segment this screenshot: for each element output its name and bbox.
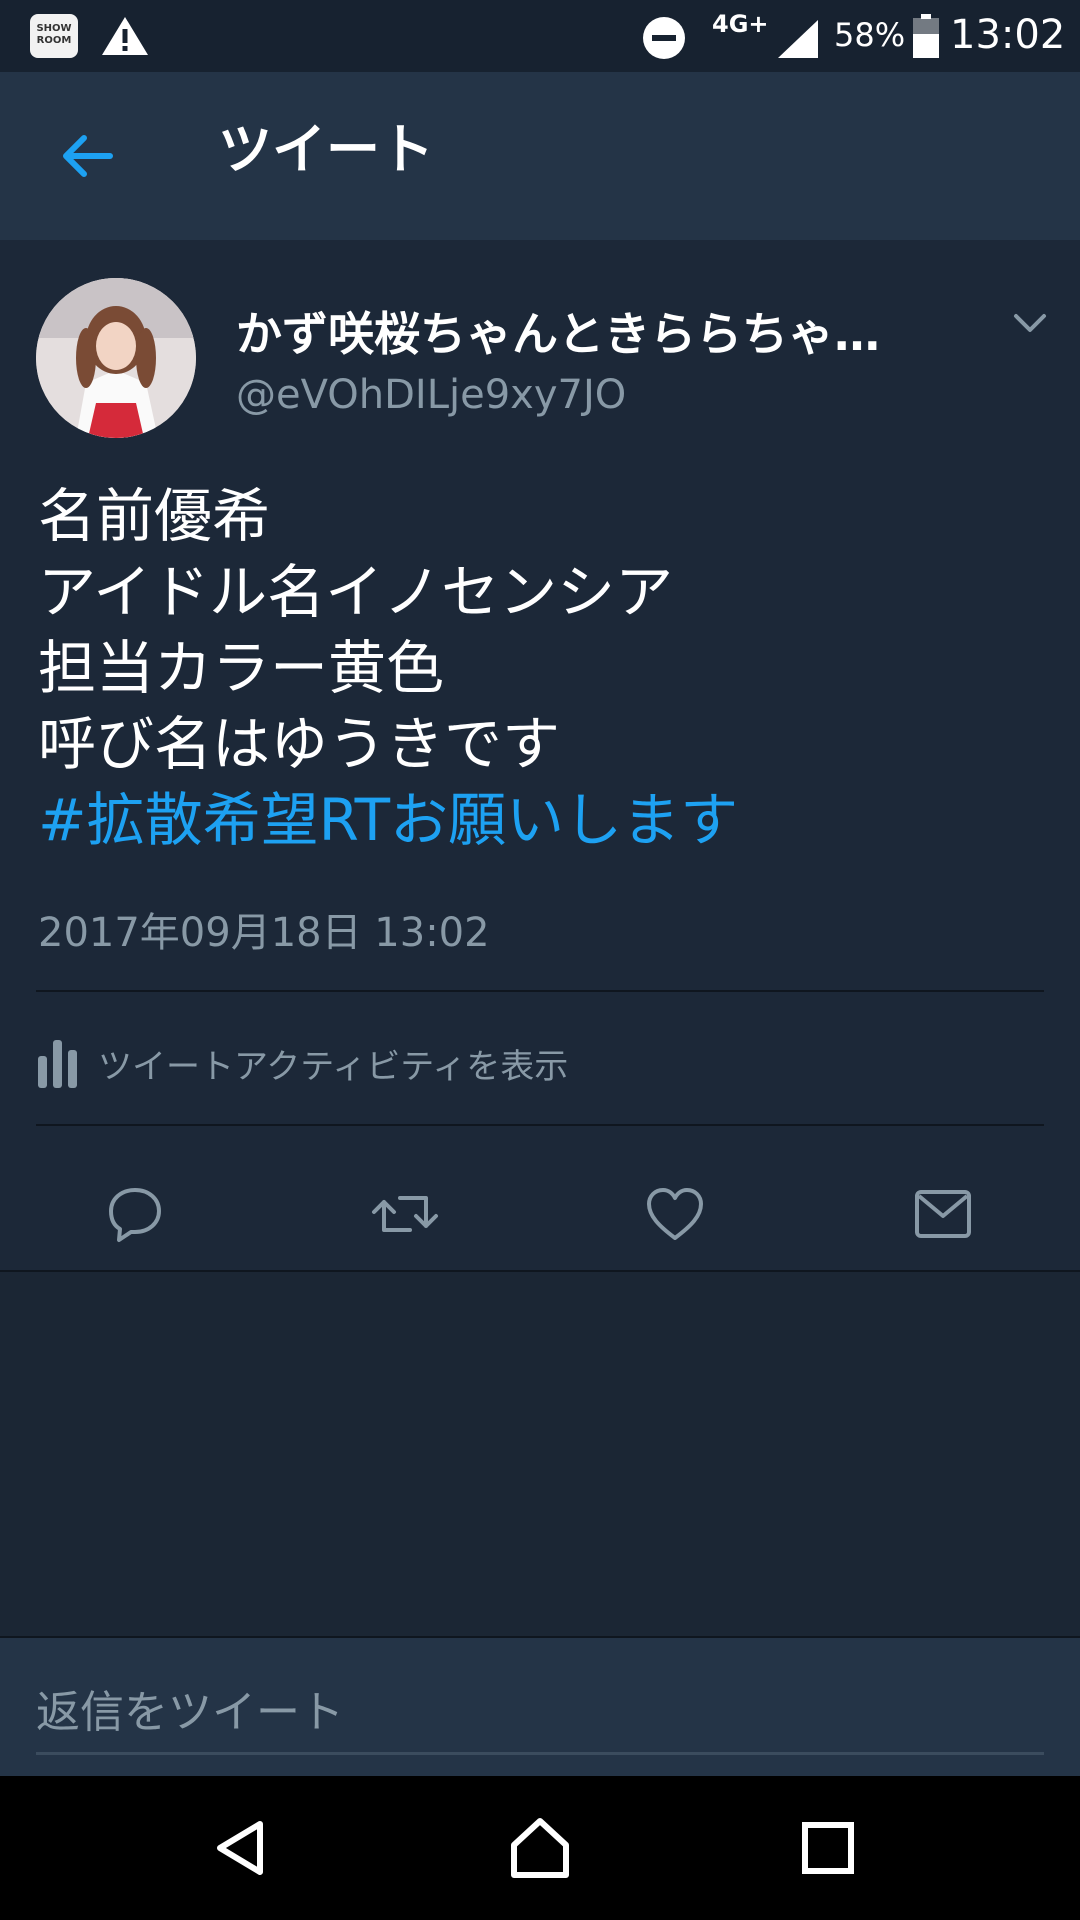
tweet-timestamp: 2017年09月18日 13:02 bbox=[38, 910, 490, 956]
back-arrow-icon bbox=[63, 135, 113, 177]
dnd-icon bbox=[642, 16, 686, 64]
tweet-line: アイドル名イノセンシア bbox=[38, 558, 674, 626]
reply-input[interactable] bbox=[36, 1672, 1044, 1755]
tweet-actions bbox=[0, 1160, 1080, 1270]
showroom-icon: SHOW ROOM bbox=[30, 14, 78, 58]
nav-home-button[interactable] bbox=[492, 1800, 588, 1896]
navigation-bar bbox=[0, 1776, 1080, 1920]
signal-icon bbox=[776, 18, 820, 64]
app-bar: ツイート bbox=[0, 72, 1080, 240]
like-icon bbox=[647, 1188, 703, 1240]
bar-chart-icon bbox=[38, 1040, 77, 1088]
reply-bar bbox=[0, 1636, 1080, 1778]
warning-icon bbox=[100, 14, 150, 62]
dm-icon bbox=[915, 1190, 971, 1238]
nav-recents-icon bbox=[802, 1822, 854, 1874]
activity-label: ツイートアクティビティを表示 bbox=[98, 1046, 569, 1087]
status-bar: SHOW ROOM 4G+ 58% 13:02 bbox=[0, 0, 1080, 72]
nav-back-button[interactable] bbox=[192, 1800, 288, 1896]
tweet-line: 名前優希 bbox=[38, 482, 271, 550]
battery-percent: 58% bbox=[834, 16, 906, 54]
divider bbox=[36, 990, 1044, 992]
battery-icon bbox=[912, 14, 940, 62]
avatar[interactable] bbox=[36, 278, 196, 438]
nav-back-icon bbox=[217, 1821, 263, 1875]
nav-recents-button[interactable] bbox=[780, 1800, 876, 1896]
back-button[interactable] bbox=[44, 114, 128, 198]
tweet-line: 呼び名はゆうきです bbox=[38, 710, 561, 778]
reply-button[interactable] bbox=[90, 1174, 180, 1254]
tweet-card: かず咲桜ちゃんときららちゃ… @eVOhDILje9xy7JO 名前優希 アイド… bbox=[0, 240, 1080, 1272]
reply-icon bbox=[109, 1188, 161, 1242]
tweet-text: 名前優希 アイドル名イノセンシア 担当カラー黄色 呼び名はゆうきです #拡散希望… bbox=[38, 478, 738, 858]
dm-button[interactable] bbox=[898, 1174, 988, 1254]
nav-home-icon bbox=[511, 1818, 569, 1878]
tweet-activity-link[interactable]: ツイートアクティビティを表示 bbox=[36, 1028, 736, 1098]
network-label: 4G+ bbox=[712, 10, 769, 38]
tweet-line: 担当カラー黄色 bbox=[38, 634, 445, 702]
retweet-button[interactable] bbox=[360, 1174, 450, 1254]
like-button[interactable] bbox=[630, 1174, 720, 1254]
user-handle[interactable]: @eVOhDILje9xy7JO bbox=[236, 372, 626, 418]
divider bbox=[36, 1124, 1044, 1126]
page-title: ツイート bbox=[218, 118, 434, 181]
clock: 13:02 bbox=[950, 12, 1066, 58]
hashtag-link[interactable]: #拡散希望RTお願いします bbox=[38, 782, 738, 858]
chevron-down-icon[interactable] bbox=[1008, 300, 1052, 344]
retweet-icon bbox=[372, 1196, 438, 1232]
display-name[interactable]: かず咲桜ちゃんときららちゃ… bbox=[236, 298, 976, 364]
